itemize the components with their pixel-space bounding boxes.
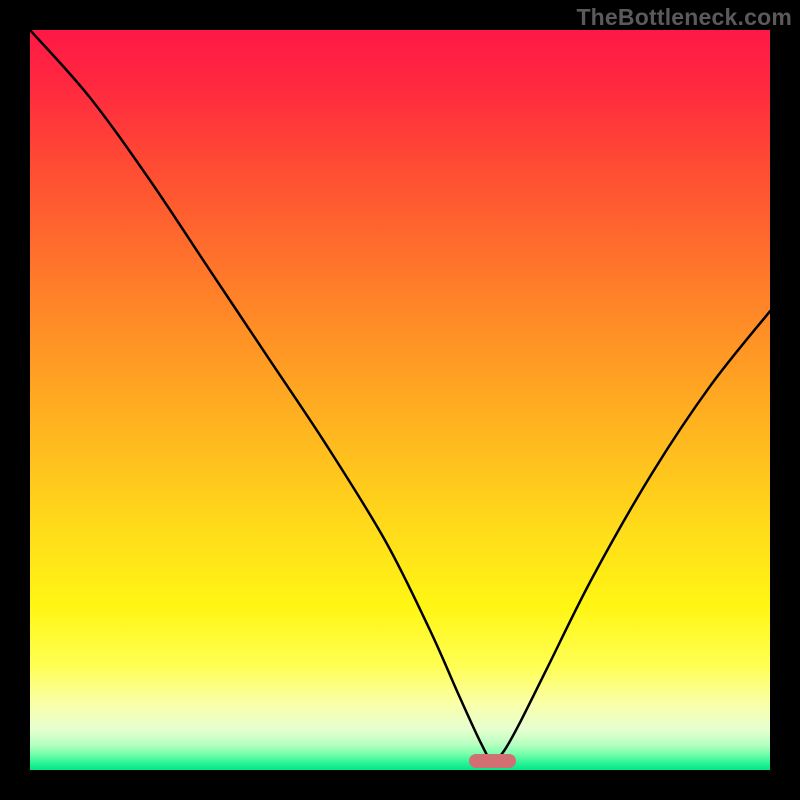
plot-area: [30, 30, 770, 770]
watermark-text: TheBottleneck.com: [576, 4, 792, 31]
chart-root: TheBottleneck.com: [0, 0, 800, 800]
bottleneck-curve: [30, 30, 770, 770]
optimal-marker: [469, 754, 516, 768]
